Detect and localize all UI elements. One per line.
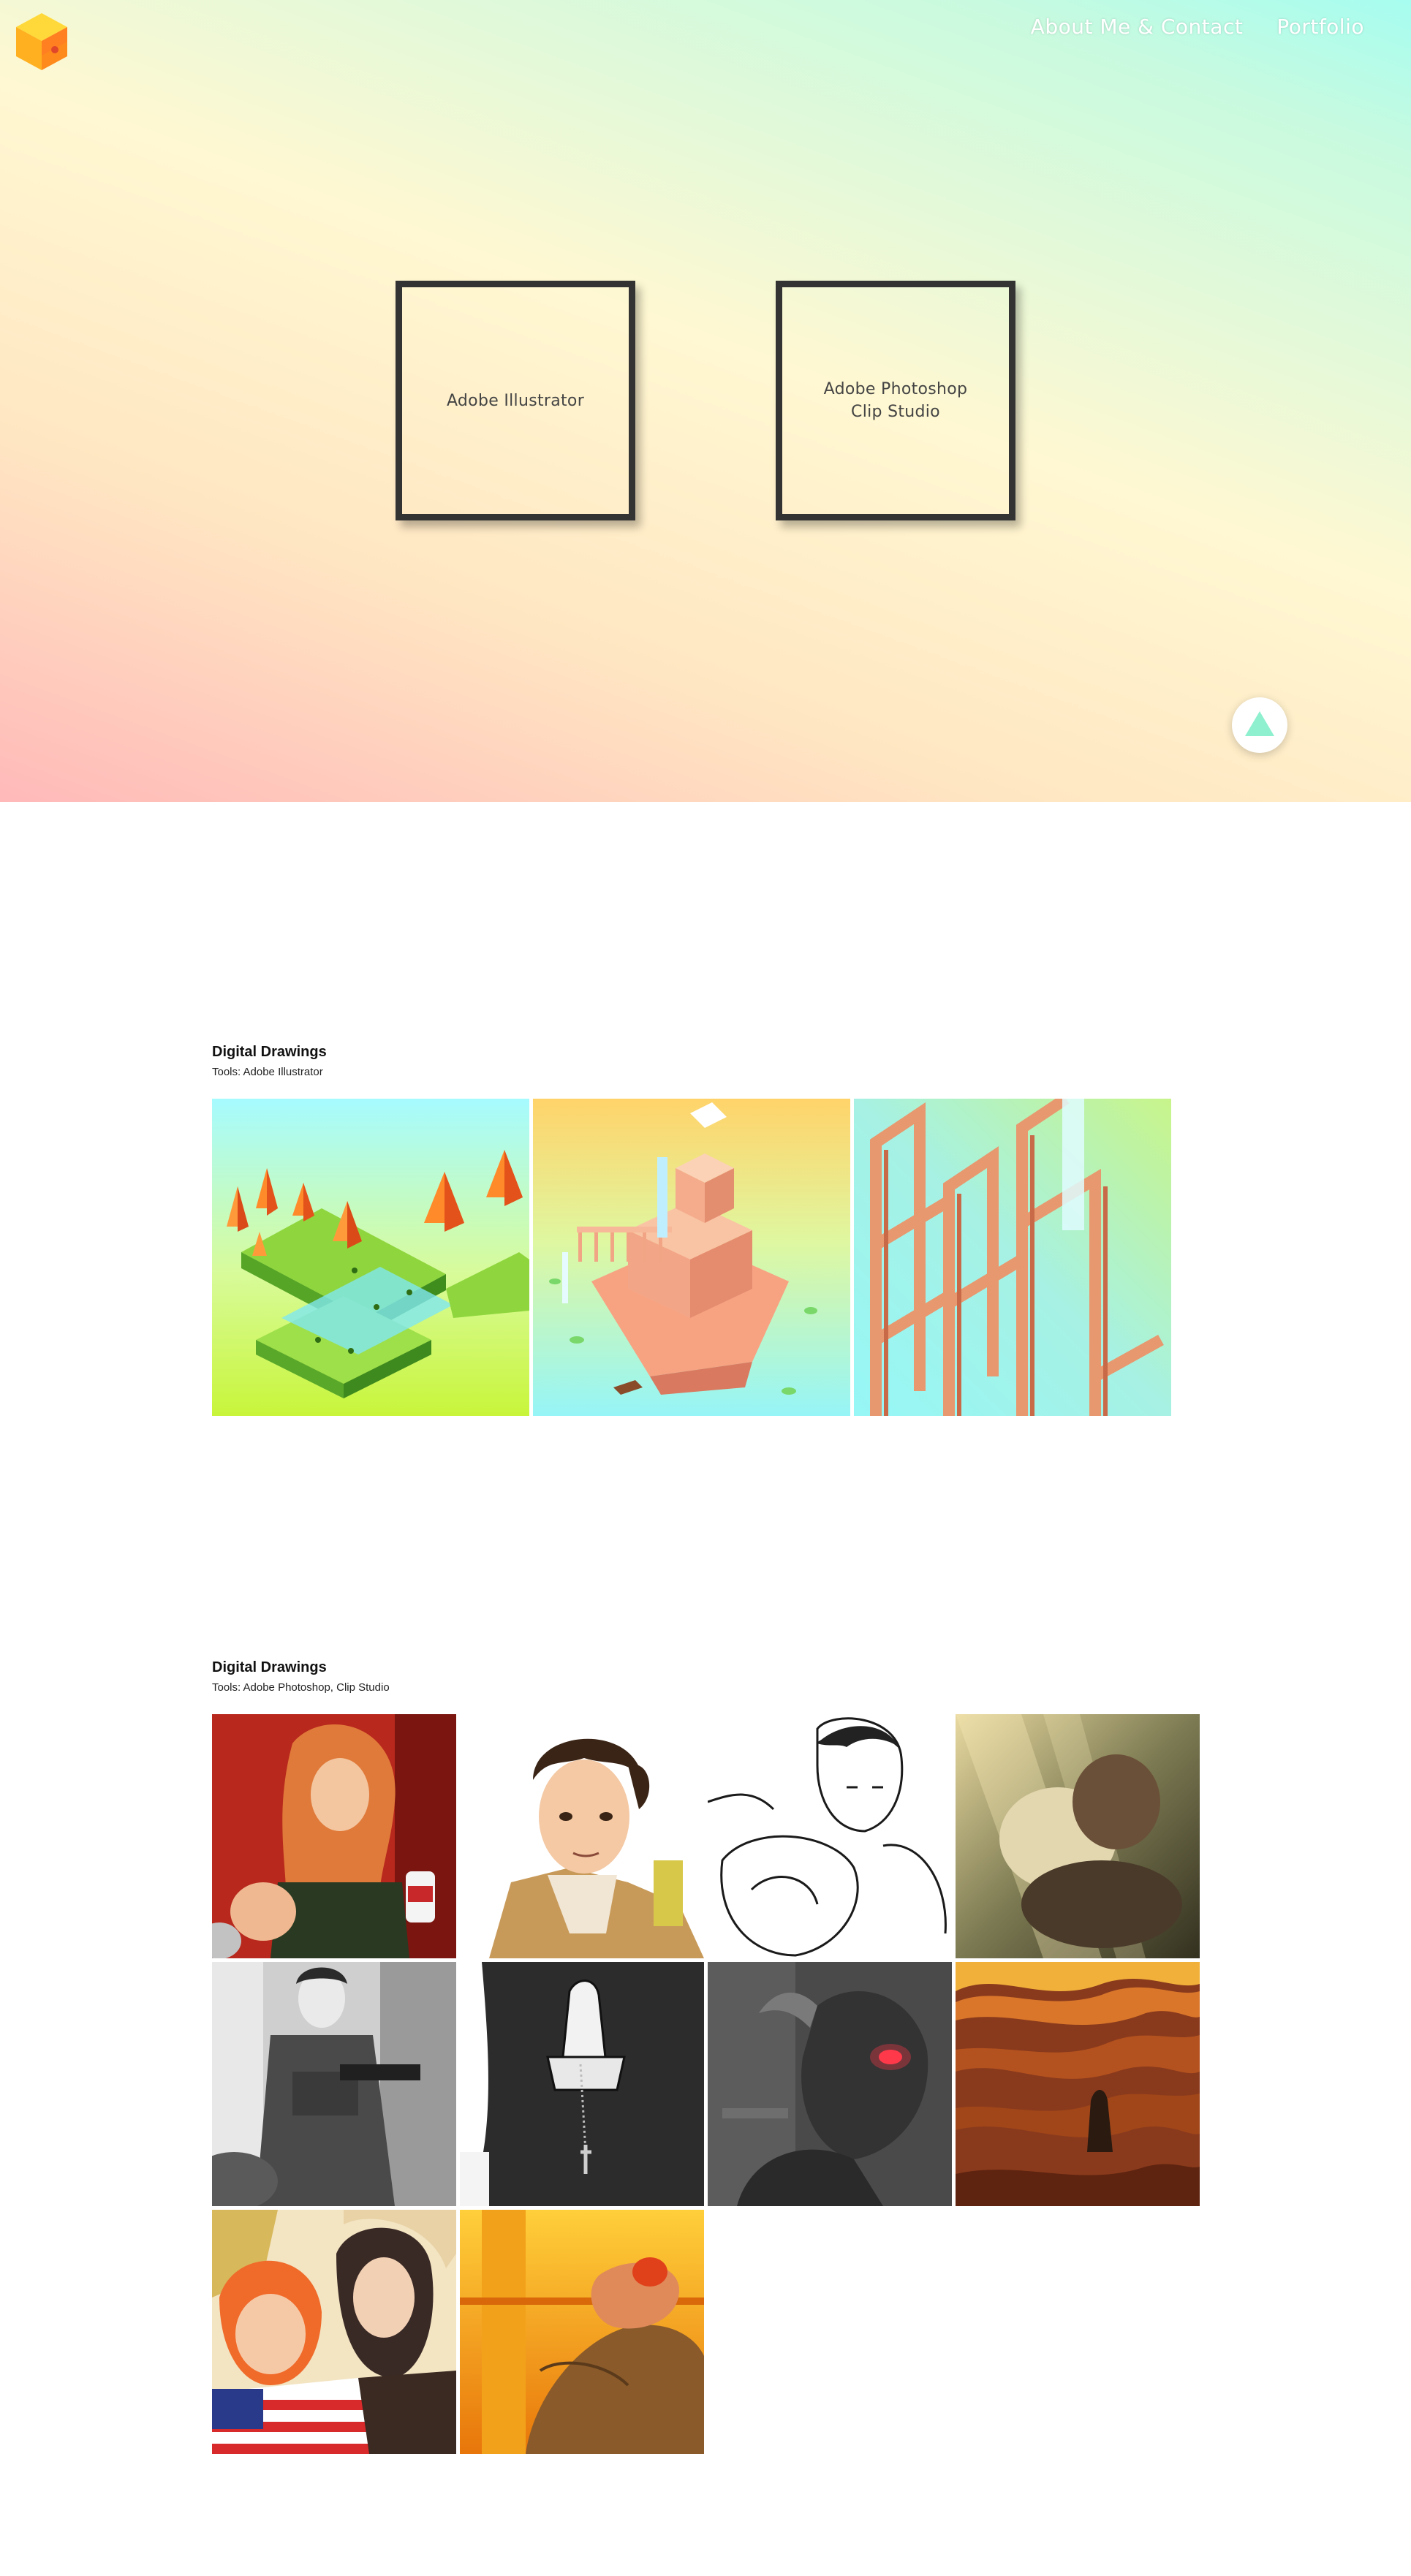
nav-portfolio-link[interactable]: Portfolio	[1276, 15, 1364, 39]
soldier-grayscale-artwork[interactable]	[212, 1962, 456, 2206]
section-photoshop-clipstudio: Digital Drawings Tools: Adobe Photoshop,…	[212, 1659, 390, 1694]
gallery-photoshop-clipstudio	[212, 1714, 1200, 2456]
impossible-arches-artwork[interactable]	[854, 1099, 1171, 1416]
boxer-lineart-artwork[interactable]	[708, 1714, 952, 1958]
tool-card-photoshop-clipstudio[interactable]: Adobe Photoshop Clip Studio	[776, 281, 1015, 520]
isometric-forest-artwork[interactable]	[212, 1099, 529, 1416]
tool-card-label: Adobe Photoshop	[823, 380, 968, 398]
tool-card-label-secondary: Clip Studio	[851, 403, 940, 421]
hero-banner: About Me & Contact Portfolio Adobe Illus…	[0, 0, 1411, 802]
gallery-illustrator	[212, 1099, 1171, 1416]
nav-about-contact-link[interactable]: About Me & Contact	[1031, 15, 1244, 39]
horned-warrior-red-eyes-artwork[interactable]	[708, 1962, 952, 2206]
section-subtitle: Tools: Adobe Illustrator	[212, 1066, 323, 1078]
triangle-up-icon	[1245, 711, 1274, 736]
two-characters-flag-artwork[interactable]	[212, 2210, 456, 2454]
top-nav: About Me & Contact Portfolio	[1031, 15, 1364, 39]
section-subtitle: Tools: Adobe Photoshop, Clip Studio	[212, 1681, 390, 1694]
isometric-island-building-artwork[interactable]	[533, 1099, 850, 1416]
tool-card-illustrator[interactable]: Adobe Illustrator	[396, 281, 635, 520]
section-title: Digital Drawings	[212, 1659, 327, 1675]
sunlit-embrace-artwork[interactable]	[956, 1714, 1200, 1958]
praying-hands-rosary-artwork[interactable]	[460, 1962, 704, 2206]
back-to-top-button[interactable]	[1232, 697, 1287, 753]
brown-haired-man-portrait-artwork[interactable]	[460, 1714, 704, 1958]
section-illustrator: Digital Drawings Tools: Adobe Illustrato…	[212, 1044, 327, 1078]
cube-logo-icon[interactable]	[15, 12, 69, 72]
long-haired-man-with-can-artwork[interactable]	[212, 1714, 456, 1958]
tool-card-label: Adobe Illustrator	[446, 391, 585, 410]
canyon-wanderer-artwork[interactable]	[956, 1962, 1200, 2206]
hand-holding-fruit-artwork[interactable]	[460, 2210, 704, 2454]
section-title: Digital Drawings	[212, 1044, 327, 1060]
